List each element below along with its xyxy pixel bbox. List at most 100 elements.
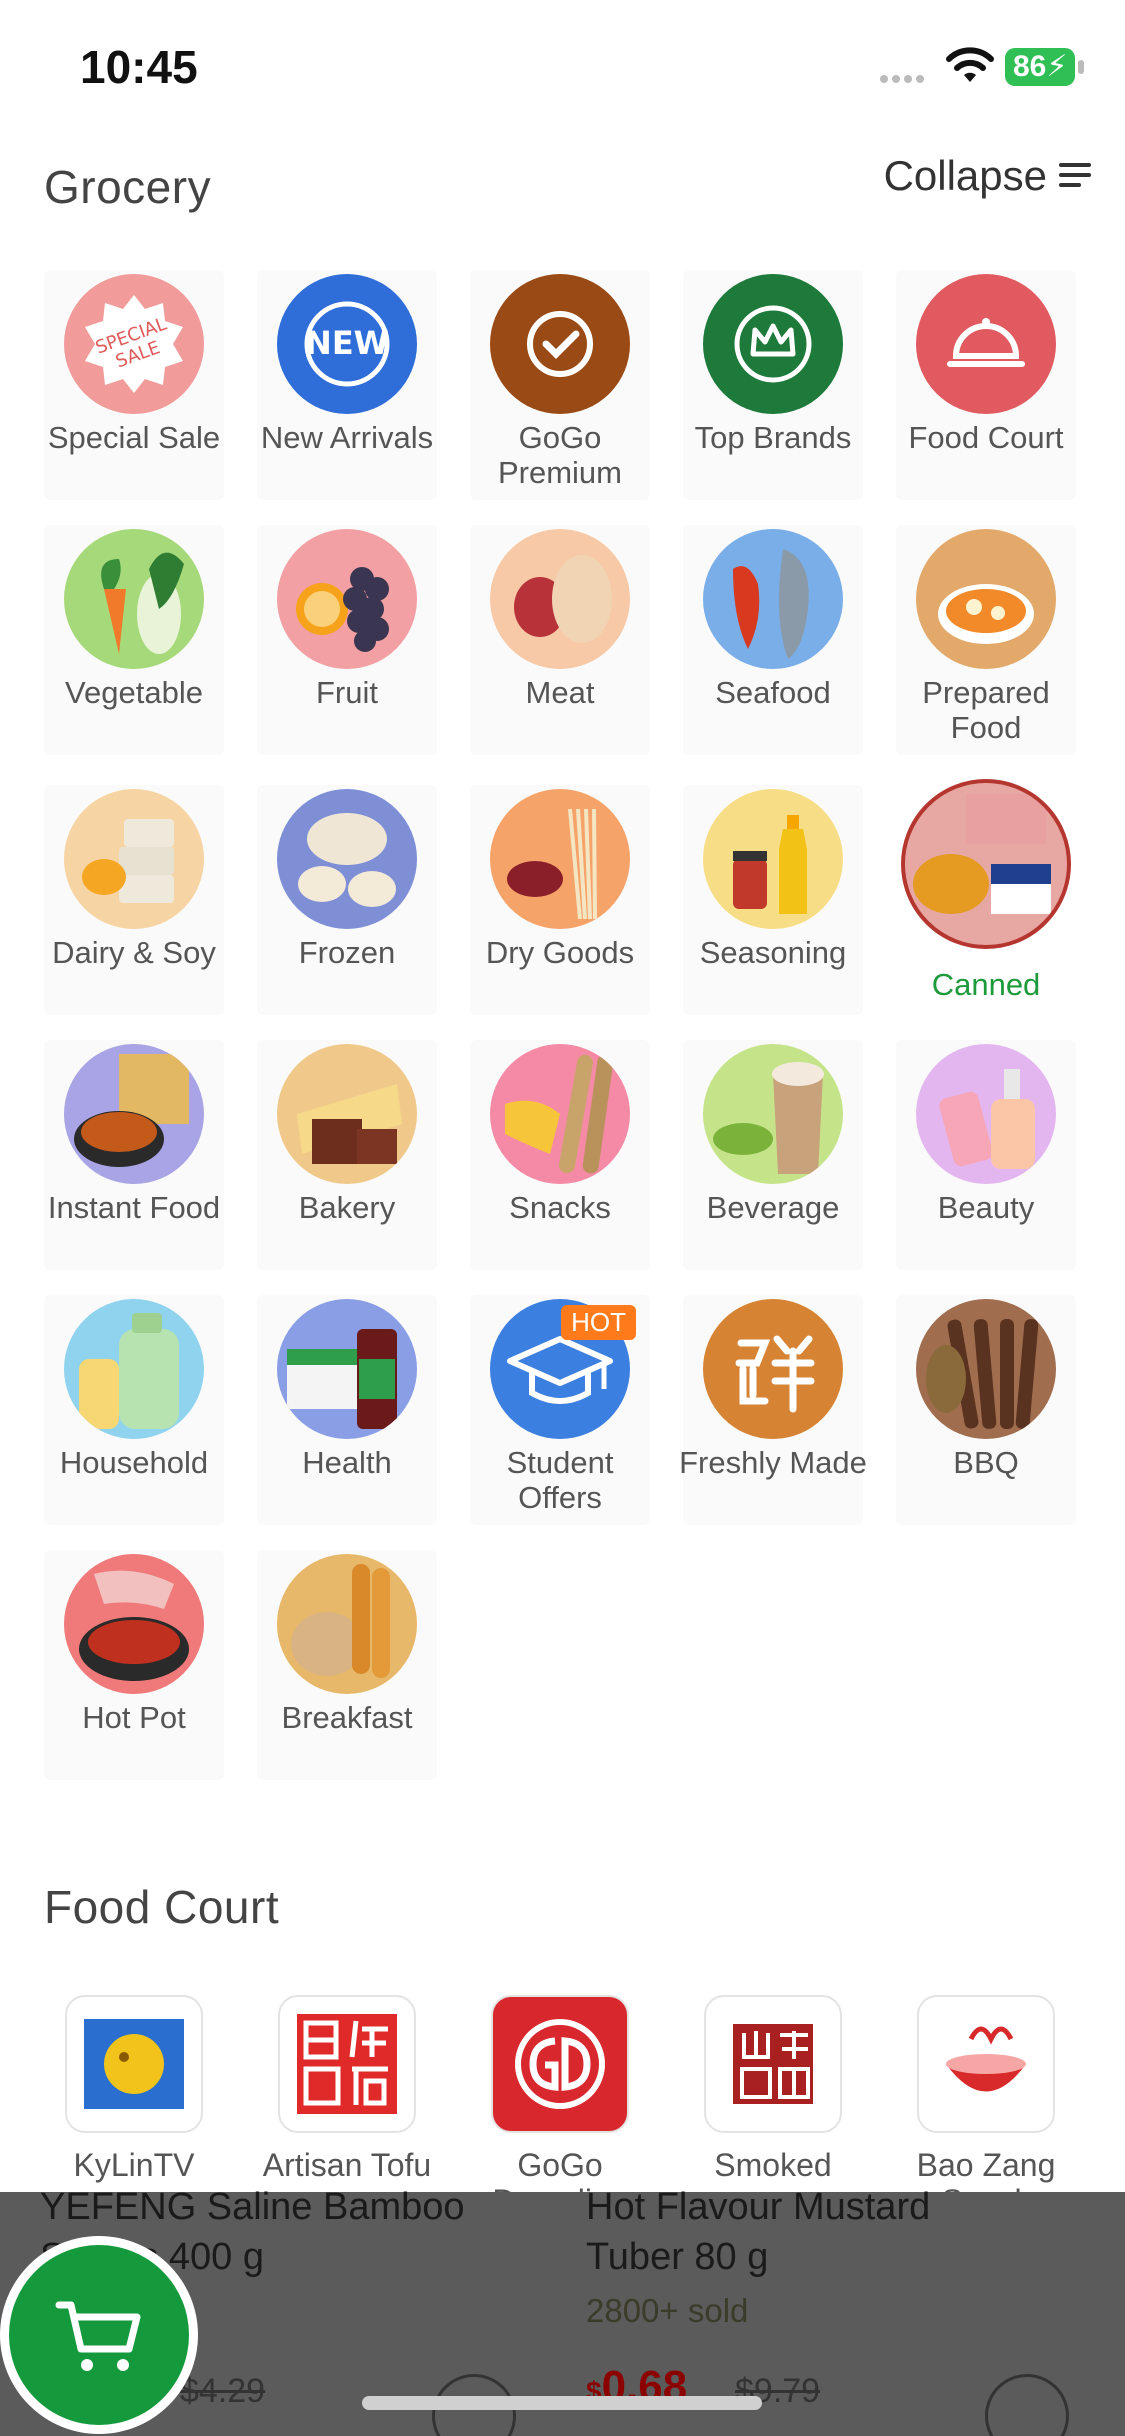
category-label: Bakery <box>298 1190 396 1225</box>
bakery-icon <box>277 1044 417 1184</box>
cloche-icon <box>916 274 1056 414</box>
category-dry-goods[interactable]: Dry Goods <box>470 785 650 1015</box>
category-bakery[interactable]: Bakery <box>257 1040 437 1270</box>
category-health[interactable]: Health <box>257 1295 437 1525</box>
product-1-old-price: $4.29 <box>180 2372 266 2410</box>
category-seafood[interactable]: Seafood <box>683 525 863 755</box>
beauty-icon <box>916 1044 1056 1184</box>
category-label: Vegetable <box>65 675 203 710</box>
home-indicator <box>362 2396 762 2410</box>
cart-button[interactable] <box>0 2236 198 2434</box>
category-label: Seafood <box>715 675 831 710</box>
battery-indicator: 86⚡ <box>1005 48 1075 86</box>
category-label: Fruit <box>316 675 378 710</box>
category-snacks[interactable]: Snacks <box>470 1040 650 1270</box>
battery-level: 86 <box>1013 50 1047 83</box>
category-label: GoGo Premium <box>497 420 622 490</box>
battery-tip <box>1078 60 1084 74</box>
category-student-offers[interactable]: HOT Student Offers <box>470 1295 650 1525</box>
menu-lines-icon <box>1059 161 1095 191</box>
hot-badge: HOT <box>561 1305 636 1340</box>
category-beverage[interactable]: Beverage <box>683 1040 863 1270</box>
category-vegetable[interactable]: Vegetable <box>44 525 224 755</box>
category-label: Snacks <box>509 1190 611 1225</box>
category-prepared-food[interactable]: Prepared Food <box>896 525 1076 755</box>
status-bar: 10:45 86⚡ <box>0 0 1125 140</box>
category-hot-pot[interactable]: Hot Pot <box>44 1550 224 1780</box>
health-icon <box>277 1299 417 1439</box>
store-label: KyLinTV <box>73 2147 195 2183</box>
category-label: Breakfast <box>281 1700 413 1735</box>
instant-food-icon <box>64 1044 204 1184</box>
category-label: Food Court <box>908 420 1064 455</box>
breakfast-icon <box>277 1554 417 1694</box>
category-food-court[interactable]: Food Court <box>896 270 1076 500</box>
product-2-name-line1: Hot Flavour Mustard <box>586 2186 931 2228</box>
category-label: Canned <box>931 967 1041 1002</box>
category-canned[interactable]: Canned <box>896 775 1076 1015</box>
product-1-name-line1: YEFENG Saline Bamboo <box>40 2186 465 2228</box>
category-label: Meat <box>525 675 595 710</box>
canned-icon <box>901 779 1071 949</box>
category-label: Beauty <box>937 1190 1035 1225</box>
category-label: Hot Pot <box>82 1700 186 1735</box>
meat-icon <box>490 529 630 669</box>
category-label: Dry Goods <box>485 935 635 970</box>
category-meat[interactable]: Meat <box>470 525 650 755</box>
snacks-icon <box>490 1044 630 1184</box>
category-label: Prepared Food <box>922 675 1050 745</box>
grocery-page: 10:45 86⚡ Grocery Collapse SPECIAL SALE S… <box>0 0 1125 2436</box>
category-household[interactable]: Household <box>44 1295 224 1525</box>
seafood-icon <box>703 529 843 669</box>
prepared-food-icon <box>916 529 1056 669</box>
product-2-name-line2: Tuber 80 g <box>586 2236 769 2278</box>
food-court-title: Food Court <box>44 1881 280 1933</box>
category-bbq[interactable]: BBQ <box>896 1295 1076 1525</box>
category-instant-food[interactable]: Instant Food <box>44 1040 224 1270</box>
store-smoked[interactable]: Smoked <box>683 1995 863 2183</box>
fruit-icon <box>277 529 417 669</box>
category-label: Seasoning <box>699 935 847 970</box>
category-label: New Arrivals <box>260 420 434 455</box>
category-label: Dairy & Soy <box>52 935 216 970</box>
category-new-arrivals[interactable]: NEW New Arrivals <box>257 270 437 500</box>
kylin-logo-icon <box>65 1995 203 2133</box>
cellular-signal-icon <box>880 70 928 88</box>
store-label: Artisan Tofu <box>262 2147 432 2183</box>
dry-goods-icon <box>490 789 630 929</box>
product-2-sold-count: 2800+ sold <box>586 2292 749 2329</box>
seasoning-icon <box>703 789 843 929</box>
status-time: 10:45 <box>80 41 198 93</box>
crown-icon <box>703 274 843 414</box>
baozang-logo-icon <box>917 1995 1055 2133</box>
category-frozen[interactable]: Frozen <box>257 785 437 1015</box>
category-seasoning[interactable]: Seasoning <box>683 785 863 1015</box>
category-beauty[interactable]: Beauty <box>896 1040 1076 1270</box>
household-icon <box>64 1299 204 1439</box>
category-gogo-premium[interactable]: GoGo Premium <box>470 270 650 500</box>
store-label: Smoked <box>714 2147 832 2183</box>
category-label: BBQ <box>953 1445 1019 1480</box>
artisan-tofu-logo-icon <box>278 1995 416 2133</box>
category-label: Household <box>59 1445 209 1480</box>
graduation-cap-icon: HOT <box>490 1299 636 1439</box>
collapse-button[interactable]: Collapse <box>884 152 1095 200</box>
add-to-cart-icon[interactable] <box>985 2374 1069 2436</box>
premium-badge-icon <box>490 274 630 414</box>
category-top-brands[interactable]: Top Brands <box>683 270 863 500</box>
store-kylintv[interactable]: KyLinTV <box>44 1995 224 2183</box>
category-freshly-made[interactable]: Freshly Made <box>679 1295 867 1525</box>
new-badge-icon: NEW <box>277 274 417 414</box>
collapse-label: Collapse <box>883 152 1047 199</box>
page-title: Grocery <box>44 161 212 213</box>
gogo-dumpling-logo-icon <box>491 1995 629 2133</box>
category-special-sale[interactable]: SPECIAL SALE Special Sale <box>44 270 224 500</box>
beverage-icon <box>703 1044 843 1184</box>
category-label: Instant Food <box>47 1190 221 1225</box>
store-artisan-tofu[interactable]: Artisan Tofu <box>257 1995 437 2183</box>
svg-text:NEW: NEW <box>305 324 389 362</box>
category-breakfast[interactable]: Breakfast <box>257 1550 437 1780</box>
category-dairy-soy[interactable]: Dairy & Soy <box>44 785 224 1015</box>
fresh-char-icon <box>703 1299 843 1439</box>
category-fruit[interactable]: Fruit <box>257 525 437 755</box>
